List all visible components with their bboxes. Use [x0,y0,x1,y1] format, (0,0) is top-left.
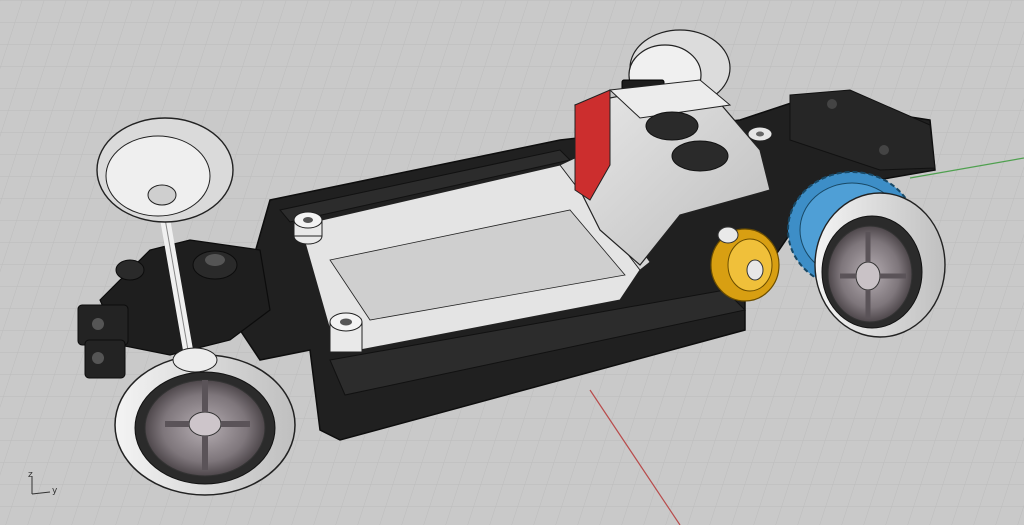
motor-vent-hole [671,140,729,172]
wheel-front-right[interactable] [814,192,946,338]
mount-post-rear [293,211,323,245]
axis-z-label: z [28,470,33,480]
viewport-perspective[interactable]: z y [0,0,1024,525]
axis-gizmo: z y [22,470,72,506]
axis-y-label: y [52,486,58,496]
model-canvas[interactable] [0,0,1024,525]
motor-vent-hole [645,111,699,141]
mount-post-front [329,312,363,353]
wheel-rear-upper[interactable] [96,117,234,223]
